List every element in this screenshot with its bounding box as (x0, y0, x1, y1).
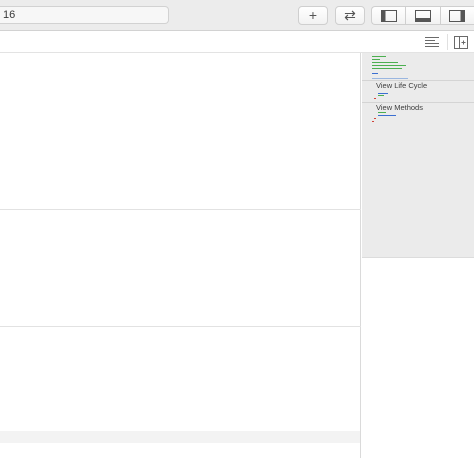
text-lines-icon (425, 37, 439, 47)
debug-area-toggle-button[interactable] (406, 7, 441, 24)
add-editor-button[interactable] (453, 35, 469, 49)
add-library-button[interactable]: + (298, 6, 328, 25)
minimap-code-line (374, 98, 376, 99)
minimap-code-line (372, 121, 374, 122)
navigator-toggle-button[interactable] (372, 7, 407, 24)
minimap-mark-label[interactable]: View Life Cycle (376, 81, 427, 90)
panel-toggle-group (371, 6, 474, 25)
minimap-code-line (374, 118, 376, 119)
bottom-panel-icon (414, 9, 431, 22)
minimap-code-line (378, 93, 388, 94)
minimap-code-line (372, 59, 380, 60)
split-editor-icon (454, 35, 468, 49)
minimap[interactable]: View Life Cycle View Methods (362, 53, 474, 258)
minimap-mark-label[interactable]: View Methods (376, 103, 423, 112)
jump-bar-divider (447, 34, 448, 50)
activity-view: 16 (0, 6, 169, 24)
editor-section-separator (0, 209, 361, 210)
minimap-code-line (372, 65, 406, 66)
code-review-button[interactable]: ⇄ (335, 6, 365, 25)
jump-bar (0, 31, 474, 53)
minimap-code-line (378, 95, 384, 96)
source-editor[interactable] (0, 53, 361, 458)
editor-section-separator (0, 326, 361, 327)
minimap-code-line (372, 73, 378, 74)
minimap-code-line (378, 112, 386, 113)
swap-arrows-icon: ⇄ (344, 7, 356, 23)
left-panel-icon (380, 9, 397, 22)
minimap-code-line (372, 62, 398, 63)
xcode-window: 16 + ⇄ View Life Cycle View Methods (0, 0, 474, 458)
right-panel-icon (449, 9, 466, 22)
editor-options-button[interactable] (424, 35, 440, 49)
minimap-code-line (378, 115, 396, 116)
inspector-toggle-button[interactable] (441, 7, 474, 24)
minimap-code-line (372, 78, 408, 79)
minimap-code-line (372, 56, 386, 57)
plus-icon: + (308, 7, 318, 23)
minimap-code-line (372, 68, 402, 69)
toolbar: 16 + ⇄ (0, 0, 474, 31)
current-line-highlight (0, 431, 360, 443)
